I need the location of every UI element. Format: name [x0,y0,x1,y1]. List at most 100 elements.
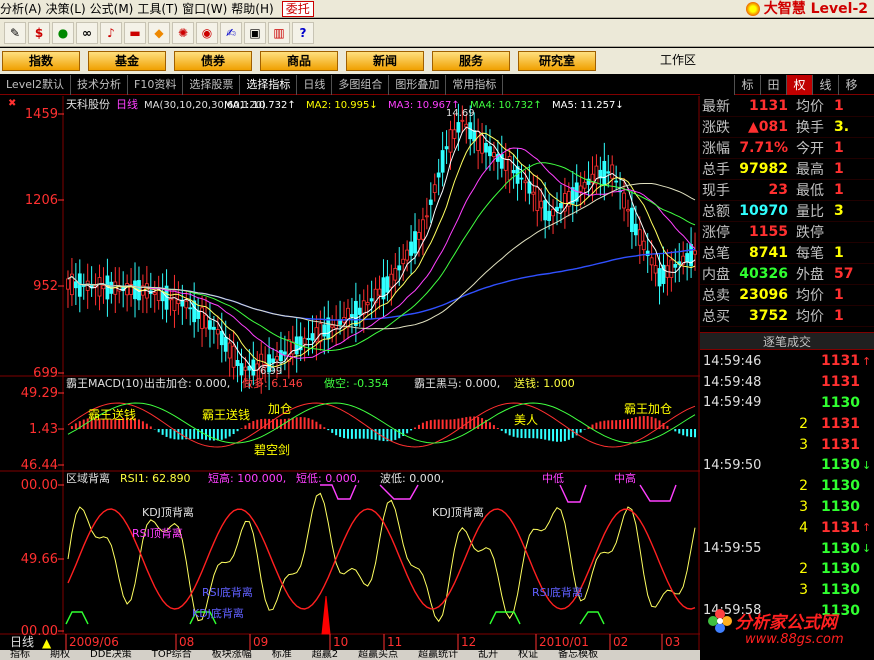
quote-value-2: 57 [834,266,854,282]
cb-common-indicator[interactable]: 常用指标 [446,74,504,95]
cb-level2-default[interactable]: Level2默认 [0,74,72,95]
nav-service-button[interactable]: 服务 [432,51,510,71]
menu-analysis[interactable]: 分析(A) [0,0,46,18]
dollar-icon[interactable]: $ [28,21,50,44]
nav-bond-button[interactable]: 债券 [174,51,252,71]
candle-body [204,314,208,329]
deal-price: 1130 [821,498,860,515]
status-tab[interactable]: 超赢统计 [408,650,468,660]
side-tab-mark[interactable]: 标 [734,75,760,95]
candle-body [215,329,220,335]
quote-label: 总买 [702,309,730,325]
status-tab[interactable]: 期权 [40,650,80,660]
candle-body [669,259,674,278]
cb-f10[interactable]: F10资料 [128,74,184,95]
deal-price: 1130 [821,394,860,411]
candle-body [326,317,331,340]
quote-value: 97982 [739,161,788,177]
candle-body [409,241,413,256]
signal-icon[interactable]: ● [52,21,74,44]
menu-tools[interactable]: 工具(T) [137,0,182,18]
x-tick-label: 09 [253,635,268,649]
quote-row: 现手 23 最低 1 [700,180,874,201]
cb-tech-analysis[interactable]: 技术分析 [71,74,129,95]
candle-body [393,268,398,281]
macd-signal: 美人 [514,413,538,427]
x-tick-label: 08 [179,635,194,649]
candle-body [413,231,417,254]
side-tab-line[interactable]: 线 [812,75,838,95]
candle-body [192,300,197,323]
quote-value: 40326 [739,266,788,282]
macd-short: 做空: -0.354 [324,376,389,390]
cb-select-indicator[interactable]: 选择指标 [240,74,298,95]
book-icon[interactable]: ▥ [268,21,290,44]
status-tab[interactable]: 标准 [262,650,302,660]
status-tab[interactable]: 权证 [508,650,548,660]
candle-body [101,285,106,290]
status-tab[interactable]: 乱开 [468,650,508,660]
candle-body [444,146,449,150]
bell-icon[interactable]: ♪ [100,21,122,44]
macd-long: 做多: 6.146 [242,376,303,390]
edit-icon[interactable]: ✍ [220,21,242,44]
nav-news-button[interactable]: 新闻 [346,51,424,71]
menu-decision[interactable]: 决策(L) [46,0,90,18]
menu-help[interactable]: 帮助(H) [231,0,277,18]
deal-time: 14:59:49 [703,395,762,411]
rectangle-icon[interactable]: ▬ [124,21,146,44]
nav-fund-button[interactable]: 基金 [88,51,166,71]
candle-body [353,300,358,326]
workspace-label[interactable]: 工作区 [660,51,696,68]
candle-body [302,337,307,345]
chart-area[interactable]: ✖ 天科股份 日线 MA(30,10,20,30,60,120) MA1: 10… [0,96,700,650]
nav-research-button[interactable]: 研究室 [518,51,596,71]
binoculars-icon[interactable]: ∞ [76,21,98,44]
status-tab[interactable]: 超赢2 [302,650,348,660]
rsi-signal: KDJ顶背离 [142,505,194,519]
quote-value: 1155 [749,224,788,240]
status-tab[interactable]: 超赢买点 [348,650,408,660]
cb-overlay[interactable]: 图形叠加 [389,74,447,95]
globe-icon[interactable]: ◉ [196,21,218,44]
screen-icon[interactable]: ▣ [244,21,266,44]
candle-body [547,210,552,221]
candle-body [227,342,232,359]
low-price-label: 6.99 [260,366,282,377]
candle-body [432,184,437,193]
candle-body [385,276,390,293]
quote-value-2: 1 [834,98,844,114]
quote-value: 1131 [749,98,788,114]
nav-index-button[interactable]: 指数 [2,51,80,71]
side-tab-rights[interactable]: 权 [786,75,812,95]
quote-label-2: 最高 [796,162,824,178]
cb-select-stock[interactable]: 选择股票 [183,74,241,95]
quote-value: 7.71% [739,140,788,156]
cb-multi-chart[interactable]: 多图组合 [332,74,390,95]
fire-icon[interactable]: ✺ [172,21,194,44]
help-icon[interactable]: ? [292,21,314,44]
deal-volume: 3 [799,498,808,515]
ruler-icon[interactable]: ✎ [4,21,26,44]
deal-price: 1131 [821,415,860,432]
cb-daily[interactable]: 日线 [297,74,333,95]
diamond-icon[interactable]: ◆ [148,21,170,44]
status-tab[interactable]: 备忘模板 [548,650,608,660]
close-pane-icon[interactable]: ✖ [8,98,16,109]
pane-arrow-icon[interactable]: ▲ [42,636,52,650]
side-tab-grid[interactable]: 田 [760,75,786,95]
candle-body [66,278,70,290]
status-tab[interactable]: 指标 [0,650,40,660]
menu-formula[interactable]: 公式(M) [90,0,138,18]
side-tab-move[interactable]: 移 [838,75,864,95]
deal-price: 1131 [821,519,860,536]
status-tab[interactable]: 板块涨幅 [202,650,262,660]
entrust-button[interactable]: 委托 [281,0,314,17]
quote-value: 10970 [739,203,788,219]
status-tab[interactable]: TOP综合 [142,650,202,660]
candle-body [673,264,678,268]
nav-commodity-button[interactable]: 商品 [260,51,338,71]
status-tab[interactable]: DDE决策 [80,650,142,660]
menu-window[interactable]: 窗口(W) [182,0,231,18]
candle-body [653,265,658,274]
